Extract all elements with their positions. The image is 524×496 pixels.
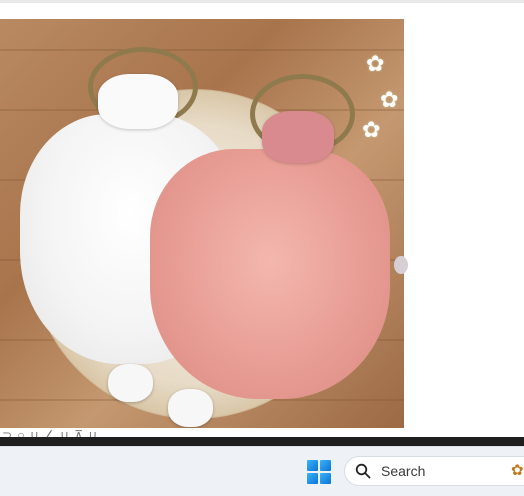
top-divider bbox=[0, 0, 524, 3]
wood-grain bbox=[0, 49, 404, 51]
white-flower: ✿ bbox=[362, 117, 381, 142]
product-image[interactable]: ✿ ✿ ✿ bbox=[0, 19, 404, 428]
taskbar: Search ✿ bbox=[0, 446, 524, 496]
logo-tile bbox=[320, 460, 331, 471]
window-bottom-edge bbox=[0, 437, 524, 446]
search-icon bbox=[355, 463, 371, 479]
windows-logo-icon[interactable] bbox=[307, 460, 331, 484]
white-bow bbox=[98, 74, 178, 129]
baby-shoe-left bbox=[108, 364, 153, 402]
pearl-ornament bbox=[394, 256, 408, 274]
logo-tile bbox=[320, 473, 331, 484]
white-flower: ✿ bbox=[380, 87, 399, 112]
pink-tulle-dress bbox=[150, 149, 390, 399]
logo-tile bbox=[307, 473, 318, 484]
search-placeholder: Search bbox=[381, 463, 426, 479]
white-flower: ✿ bbox=[366, 51, 385, 76]
taskbar-search-box[interactable]: Search ✿ bbox=[344, 456, 524, 486]
pink-bow bbox=[262, 111, 334, 163]
baby-shoe-right bbox=[168, 389, 213, 427]
flower-tray-icon[interactable]: ✿ bbox=[511, 463, 524, 479]
logo-tile bbox=[307, 460, 318, 471]
